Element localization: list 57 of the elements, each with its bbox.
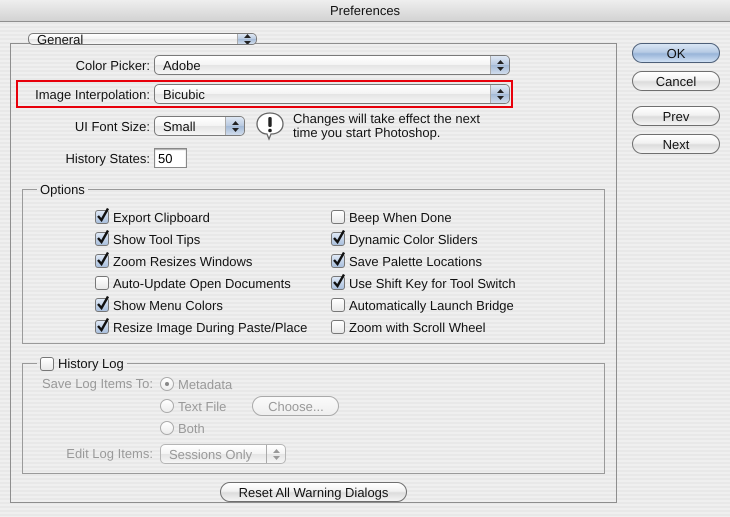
checkbox-label: History Log <box>58 356 124 371</box>
dialog-button[interactable]: Cancel <box>632 71 720 91</box>
checkbox-label: Show Tool Tips <box>113 232 200 246</box>
dialog-button[interactable]: Next <box>632 134 720 154</box>
checkbox-label: Save Palette Locations <box>349 254 482 268</box>
note-text: Changes will take effect the next time you start Photoshop. <box>293 112 481 140</box>
field-label: UI Font Size: <box>74 118 150 134</box>
checkbox[interactable] <box>331 320 345 334</box>
checkbox-label: Zoom Resizes Windows <box>113 254 252 268</box>
radio-button[interactable] <box>160 377 174 391</box>
checkbox[interactable] <box>95 210 109 224</box>
window-title: Preferences <box>330 3 400 18</box>
checkbox-label: Automatically Launch Bridge <box>349 298 514 312</box>
checkbox-label: Use Shift Key for Tool Switch <box>349 276 516 290</box>
checkbox[interactable] <box>331 254 345 268</box>
up-down-arrows-icon <box>232 120 238 132</box>
dropdown[interactable]: Adobe <box>154 55 510 75</box>
dialog-button[interactable]: OK <box>632 43 720 63</box>
checkbox[interactable] <box>40 356 54 370</box>
checkbox[interactable] <box>331 210 345 224</box>
radio-button[interactable] <box>160 399 174 413</box>
reset-button[interactable]: Reset All Warning Dialogs <box>220 482 407 502</box>
checkbox[interactable] <box>95 232 109 246</box>
checkbox[interactable] <box>331 276 345 290</box>
radio-label: Both <box>178 420 205 436</box>
field-label: History States: <box>64 150 150 166</box>
dropdown[interactable]: Bicubic <box>154 84 510 104</box>
checkbox-label: Export Clipboard <box>113 210 210 224</box>
up-down-arrows-icon <box>496 60 504 70</box>
dialog-button[interactable]: Prev <box>632 106 720 126</box>
checkbox-label: Zoom with Scroll Wheel <box>349 320 486 334</box>
checkbox[interactable] <box>331 232 345 246</box>
up-down-arrows-icon <box>496 88 504 100</box>
checkbox[interactable] <box>95 254 109 268</box>
dropdown[interactable]: Small <box>154 116 245 136</box>
group-title: Options <box>40 182 85 197</box>
field-label: Edit Log Items: <box>65 445 153 463</box>
field-label: Color Picker: <box>74 58 150 72</box>
checkbox-label: Auto-Update Open Documents <box>113 276 291 290</box>
radio-label: Text File <box>178 398 226 414</box>
checkbox[interactable] <box>331 298 345 312</box>
exclamation-bubble-icon <box>255 111 285 141</box>
checkbox-label: Show Menu Colors <box>113 298 223 312</box>
field-label: Image Interpolation: <box>34 86 150 102</box>
field-label: Save Log Items To: <box>40 375 153 393</box>
section-popup[interactable]: General <box>28 33 257 45</box>
checkbox[interactable] <box>95 298 109 312</box>
text-field[interactable]: 50 <box>154 148 187 168</box>
checkbox-label: Resize Image During Paste/Place <box>113 320 308 334</box>
up-down-arrows-icon <box>244 34 250 44</box>
radio-label: Metadata <box>178 376 232 392</box>
up-down-arrows-icon <box>272 448 280 460</box>
checkbox-label: Dynamic Color Sliders <box>349 232 478 246</box>
checkbox-label: Beep When Done <box>349 210 452 224</box>
checkbox[interactable] <box>95 276 109 290</box>
radio-button[interactable] <box>160 421 174 435</box>
checkbox[interactable] <box>95 320 109 334</box>
